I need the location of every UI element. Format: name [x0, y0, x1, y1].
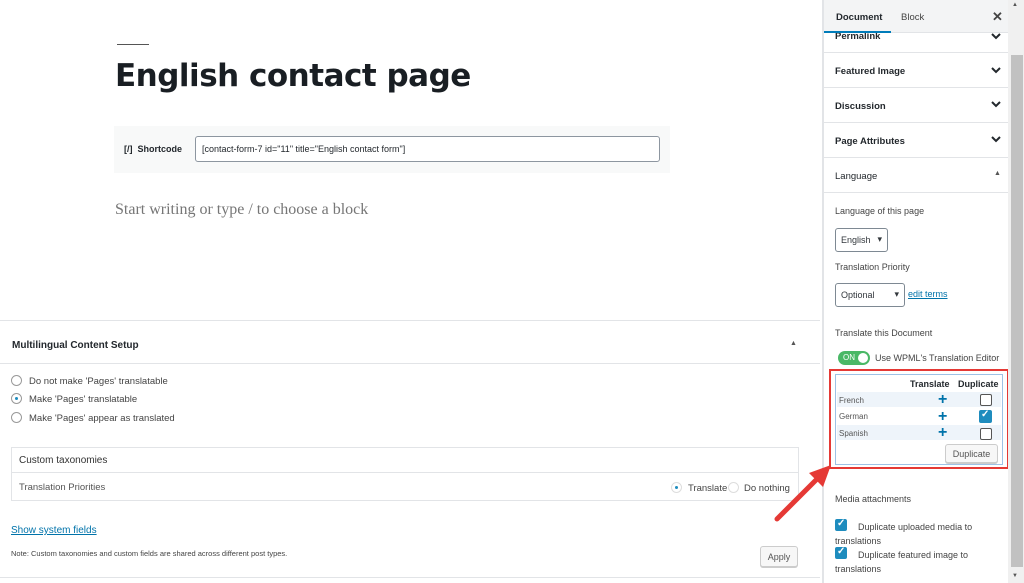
shortcode-label-text: Shortcode [137, 144, 183, 154]
arrow-icon [774, 465, 831, 522]
media-title: Media attachments [835, 494, 912, 504]
shortcode-input[interactable]: [contact-form-7 id="11" title="English c… [195, 136, 660, 162]
custom-taxonomies-table [11, 447, 799, 501]
scrollbar-thumb[interactable] [1011, 55, 1023, 567]
shortcode-icon: [/] [124, 144, 133, 154]
radio-label: Do not make 'Pages' translatable [29, 376, 168, 387]
section-language[interactable]: Language [824, 158, 1008, 193]
radio-translate[interactable] [671, 482, 682, 493]
translate-doc-label: Translate this Document [835, 328, 933, 338]
title-separator [117, 44, 149, 45]
section-page-attributes[interactable]: Page Attributes [824, 123, 1008, 158]
duplicate-button[interactable]: Duplicate [945, 444, 998, 463]
collapse-icon[interactable]: ▲ [790, 340, 797, 347]
radio-appear-translated[interactable] [11, 412, 22, 423]
radio-do-nothing[interactable] [728, 482, 739, 493]
note-text: Note: Custom taxonomies and custom field… [11, 549, 288, 558]
chevron-up-icon[interactable]: ▲ [994, 170, 1001, 177]
duplicate-checkbox-french[interactable] [980, 394, 992, 406]
chevron-down-icon[interactable] [990, 31, 1002, 161]
duplicate-checkbox-german[interactable] [979, 409, 992, 423]
divider [12, 472, 798, 473]
tab-block[interactable]: Block [901, 12, 924, 23]
block-placeholder[interactable]: Start writing or type / to choose a bloc… [115, 201, 368, 219]
media-label: Duplicate featured image to translations [835, 550, 969, 574]
plus-icon[interactable]: + [938, 424, 947, 442]
page-title[interactable]: English contact page [115, 58, 471, 94]
toggle-label: Use WPML's Translation Editor [875, 353, 1000, 363]
priority-label: Translation Priority [835, 262, 910, 272]
language-select[interactable]: English [835, 228, 888, 252]
col-translate: Translate [910, 379, 950, 389]
duplicate-checkbox-spanish[interactable] [980, 428, 992, 440]
edit-terms-link[interactable]: edit terms [908, 289, 948, 299]
scroll-up-icon[interactable]: ▲ [1012, 2, 1018, 8]
show-system-fields-link[interactable]: Show system fields [11, 525, 97, 536]
plus-icon[interactable]: + [938, 391, 947, 409]
shortcode-label: [/] Shortcode [124, 144, 182, 154]
media-label: Duplicate uploaded media to translations [835, 522, 973, 546]
section-featured-image[interactable]: Featured Image [824, 53, 1008, 88]
translation-editor-toggle[interactable]: ON [838, 351, 870, 365]
section-permalink[interactable]: Permalink [824, 33, 1008, 53]
col-duplicate: Duplicate [958, 379, 999, 389]
panel-title[interactable]: Multilingual Content Setup [12, 340, 139, 351]
tax-header: Custom taxonomies [19, 455, 108, 466]
radio-translatable[interactable] [11, 393, 22, 404]
tab-document[interactable]: Document [836, 12, 882, 23]
section-discussion[interactable]: Discussion [824, 88, 1008, 123]
tax-row-label: Translation Priorities [19, 482, 106, 493]
radio-not-translatable[interactable] [11, 375, 22, 386]
language-name: German [839, 412, 868, 421]
radio-label: Make 'Pages' appear as translated [29, 413, 175, 424]
language-label: Language of this page [835, 206, 925, 216]
close-icon[interactable]: ✕ [992, 9, 1003, 25]
apply-button[interactable]: Apply [760, 546, 798, 567]
priority-select[interactable]: Optional [835, 283, 905, 307]
radio-label: Make 'Pages' translatable [29, 394, 138, 405]
language-name: Spanish [839, 429, 868, 438]
scroll-down-icon[interactable]: ▼ [1012, 573, 1018, 579]
divider [0, 363, 820, 364]
radio-label: Translate [688, 483, 728, 494]
language-name: French [839, 396, 864, 405]
